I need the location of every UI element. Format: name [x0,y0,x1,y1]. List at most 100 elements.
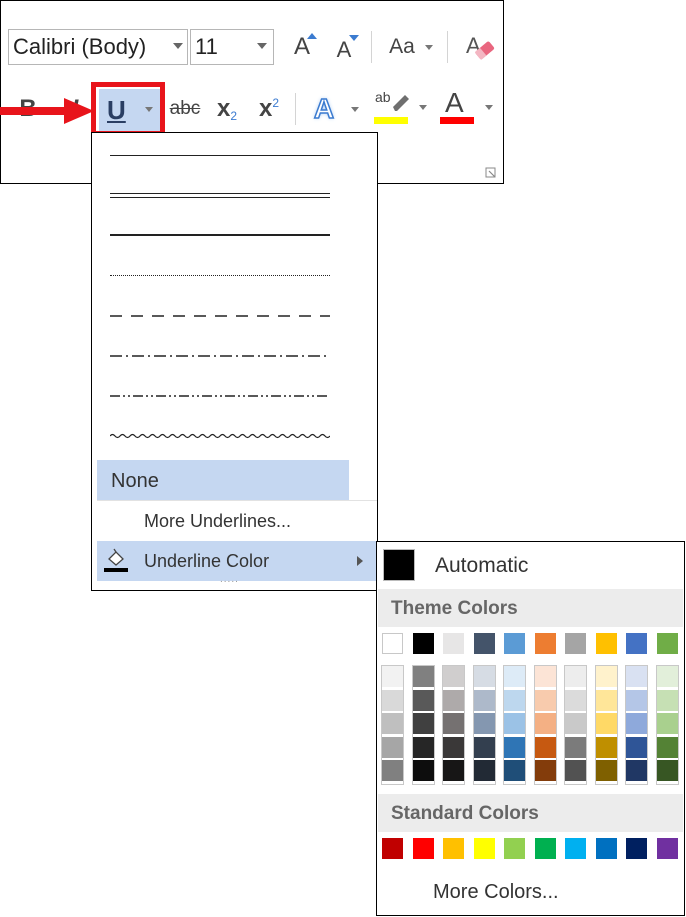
strikethrough-button[interactable]: abc [165,91,205,127]
theme-color-swatch[interactable] [534,633,556,654]
standard-color-swatch[interactable] [504,838,525,859]
theme-shade-swatch[interactable] [534,760,556,781]
automatic-color-swatch[interactable] [383,549,415,581]
theme-shade-swatch[interactable] [412,713,434,734]
theme-shade-swatch[interactable] [473,760,495,781]
theme-shade-swatch[interactable] [565,689,586,711]
underline-style-dashed[interactable] [110,309,330,323]
theme-shade-swatch[interactable] [504,736,525,758]
theme-shade-swatch[interactable] [443,713,464,734]
theme-shade-swatch[interactable] [504,760,525,781]
dialog-launcher-icon[interactable] [485,167,497,179]
theme-shade-swatch[interactable] [626,736,647,758]
font-color-button[interactable]: A [437,87,499,129]
theme-shade-swatch[interactable] [565,666,586,687]
underline-style-dotted[interactable] [110,269,330,283]
theme-shade-swatch[interactable] [534,666,556,687]
text-effects-button[interactable]: A [305,89,361,129]
theme-shade-swatch[interactable] [382,689,403,711]
automatic-label[interactable]: Automatic [435,554,528,578]
theme-shade-swatch[interactable] [595,666,617,687]
standard-color-swatch[interactable] [534,838,556,859]
theme-shade-swatch[interactable] [504,666,525,687]
chevron-down-icon[interactable] [257,43,267,49]
theme-color-swatch[interactable] [473,633,495,654]
theme-shade-swatch[interactable] [656,666,678,687]
theme-shade-swatch[interactable] [443,666,464,687]
theme-shade-swatch[interactable] [565,736,586,758]
standard-color-swatch[interactable] [565,838,586,859]
theme-shade-swatch[interactable] [504,713,525,734]
superscript-button[interactable]: x 2 [253,91,285,127]
theme-shade-swatch[interactable] [382,713,403,734]
theme-color-swatch[interactable] [443,633,464,654]
clear-formatting-button[interactable]: A [461,29,497,65]
theme-shade-swatch[interactable] [443,689,464,711]
underline-style-thick[interactable] [110,229,330,243]
standard-color-swatch[interactable] [443,838,464,859]
theme-shade-swatch[interactable] [595,736,617,758]
theme-color-swatch[interactable] [626,633,647,654]
more-colors-item[interactable]: More Colors... [378,869,683,913]
underline-style-double[interactable] [110,189,330,203]
theme-shade-swatch[interactable] [534,689,556,711]
theme-shade-swatch[interactable] [534,713,556,734]
theme-shade-swatch[interactable] [473,736,495,758]
theme-shade-swatch[interactable] [595,713,617,734]
change-case-button[interactable]: Aa [381,29,437,65]
theme-shade-swatch[interactable] [656,689,678,711]
theme-color-swatch[interactable] [382,633,403,654]
theme-shade-swatch[interactable] [626,666,647,687]
theme-shade-swatch[interactable] [626,760,647,781]
theme-color-swatch[interactable] [565,633,586,654]
shrink-font-button[interactable]: A [327,29,361,65]
theme-shade-swatch[interactable] [443,736,464,758]
font-name-combo[interactable]: Calibri (Body) [8,29,188,65]
standard-color-swatch[interactable] [412,838,434,859]
underline-style-single[interactable] [110,149,330,163]
underline-none-item[interactable]: None [97,460,349,500]
theme-shade-swatch[interactable] [412,689,434,711]
subscript-button[interactable]: x 2 [211,91,243,127]
underline-style-dash-dot-dot[interactable] [110,389,330,403]
theme-shade-swatch[interactable] [412,666,434,687]
grow-font-button[interactable]: A [285,29,319,65]
callout-box [91,82,165,136]
font-size-combo[interactable]: 11 [190,29,274,65]
theme-shade-swatch[interactable] [473,666,495,687]
theme-shade-swatch[interactable] [473,689,495,711]
theme-shade-swatch[interactable] [595,760,617,781]
theme-shade-swatch[interactable] [534,736,556,758]
more-underlines-item[interactable]: More Underlines... [97,502,377,540]
highlight-color-button[interactable]: ab [371,87,431,129]
theme-shade-swatch[interactable] [626,689,647,711]
chevron-down-icon[interactable] [173,43,183,49]
theme-shade-swatch[interactable] [473,713,495,734]
theme-shade-swatch[interactable] [382,736,403,758]
theme-color-swatch[interactable] [504,633,525,654]
standard-color-swatch[interactable] [656,838,678,859]
theme-shade-swatch[interactable] [443,760,464,781]
underline-style-dash-dot[interactable] [110,349,330,363]
theme-shade-swatch[interactable] [565,760,586,781]
theme-shade-swatch[interactable] [412,736,434,758]
theme-shade-swatch[interactable] [382,666,403,687]
resize-grip[interactable]: ..... [220,574,239,585]
standard-color-swatch[interactable] [382,838,403,859]
theme-shade-swatch[interactable] [504,689,525,711]
standard-color-swatch[interactable] [595,838,617,859]
theme-shade-swatch[interactable] [412,760,434,781]
theme-color-swatch[interactable] [412,633,434,654]
standard-color-swatch[interactable] [473,838,495,859]
theme-shade-swatch[interactable] [626,713,647,734]
theme-color-swatch[interactable] [656,633,678,654]
standard-color-swatch[interactable] [626,838,647,859]
theme-shade-swatch[interactable] [595,689,617,711]
theme-shade-swatch[interactable] [565,713,586,734]
theme-color-swatch[interactable] [595,633,617,654]
theme-shade-swatch[interactable] [382,760,403,781]
theme-shade-swatch[interactable] [656,736,678,758]
theme-shade-swatch[interactable] [656,713,678,734]
underline-style-wave[interactable] [109,429,331,443]
theme-shade-swatch[interactable] [656,760,678,781]
